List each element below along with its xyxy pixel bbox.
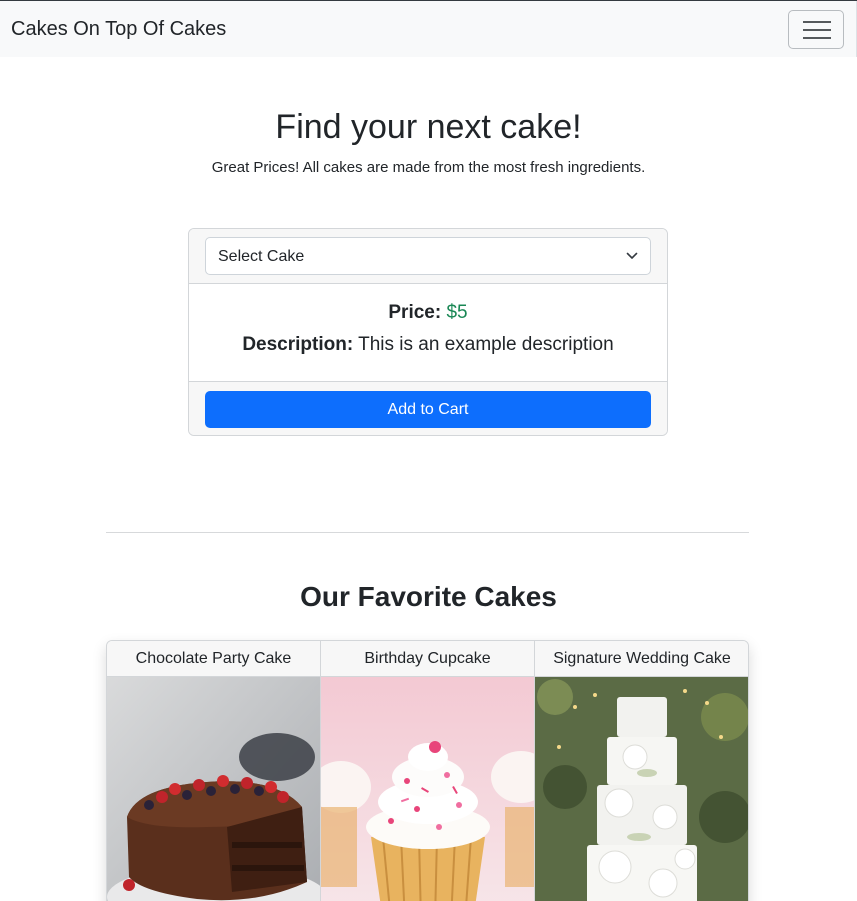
cake-select[interactable]: Select Cake bbox=[205, 237, 651, 275]
navbar-toggler-button[interactable] bbox=[788, 10, 844, 49]
product-card: Select Cake Price: $5 Description: This … bbox=[188, 228, 668, 436]
page-subtitle: Great Prices! All cakes are made from th… bbox=[211, 159, 646, 176]
add-to-cart-button[interactable]: Add to Cart bbox=[205, 391, 651, 428]
description-line: Description: This is an example descript… bbox=[189, 332, 667, 358]
chocolate-cake-image bbox=[107, 677, 320, 901]
page-title: Find your next cake! bbox=[275, 108, 582, 146]
cake-select-value: Select Cake bbox=[218, 248, 305, 265]
navbar-brand[interactable]: Cakes On Top Of Cakes bbox=[11, 17, 226, 41]
favorite-cake-name: Signature Wedding Cake bbox=[535, 641, 748, 677]
wedding-cake-image bbox=[535, 677, 748, 901]
navbar: Cakes On Top Of Cakes bbox=[0, 1, 857, 57]
product-card-body: Price: $5 Description: This is an exampl… bbox=[189, 285, 667, 381]
chevron-down-icon bbox=[626, 252, 638, 259]
product-card-header: Select Cake bbox=[189, 229, 667, 284]
favorites-title: Our Favorite Cakes bbox=[300, 581, 557, 612]
description-value: This is an example description bbox=[358, 334, 614, 355]
page: Cakes On Top Of Cakes Find your next cak… bbox=[0, 0, 857, 901]
favorite-cake-name: Chocolate Party Cake bbox=[107, 641, 320, 677]
price-value: $5 bbox=[446, 302, 468, 323]
favorites-card-group: Chocolate Party Cake Birthday Cupcake Si… bbox=[106, 640, 749, 901]
section-divider bbox=[106, 532, 749, 533]
favorite-cake-name: Birthday Cupcake bbox=[321, 641, 534, 677]
description-label: Description: bbox=[242, 334, 354, 355]
price-line: Price: $5 bbox=[189, 300, 667, 326]
favorite-cake-card[interactable]: Signature Wedding Cake bbox=[535, 641, 748, 901]
hamburger-menu-icon bbox=[803, 21, 831, 39]
cupcake-image bbox=[321, 677, 534, 901]
product-card-footer: Add to Cart bbox=[189, 381, 667, 435]
price-label: Price: bbox=[388, 302, 442, 323]
favorite-cake-card[interactable]: Birthday Cupcake bbox=[321, 641, 535, 901]
favorite-cake-card[interactable]: Chocolate Party Cake bbox=[107, 641, 321, 901]
